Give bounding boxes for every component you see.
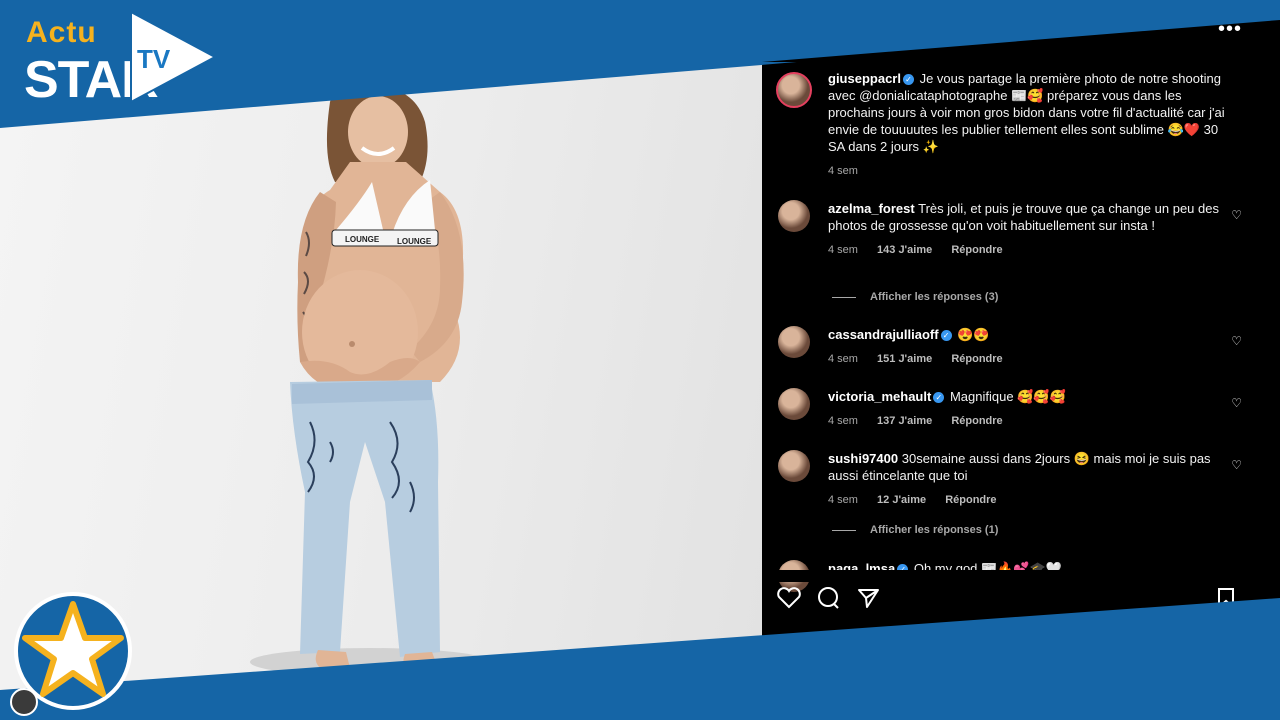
heart-icon[interactable]: ♡ bbox=[1231, 458, 1242, 472]
svg-text:LOUNGE: LOUNGE bbox=[397, 237, 432, 246]
like-count[interactable]: 151 J'aime bbox=[877, 353, 932, 365]
comment: victoria_mehault ✓ Magnifique 🥰🥰🥰 4 sem 1… bbox=[828, 388, 1228, 430]
verified-icon: ✓ bbox=[902, 74, 914, 86]
like-count[interactable]: 143 J'aime bbox=[877, 244, 932, 256]
avatar[interactable] bbox=[778, 326, 810, 358]
comment-time: 4 sem bbox=[828, 244, 858, 256]
bra-label: LOUNGE bbox=[345, 235, 380, 244]
comment-username[interactable]: cassandrajulliaoff bbox=[828, 327, 939, 342]
avatar bbox=[10, 688, 38, 716]
comment-time: 4 sem bbox=[828, 415, 858, 427]
play-triangle-icon: TV bbox=[130, 10, 217, 104]
actu-star-tv-logo: Actu STAR TV bbox=[24, 10, 224, 110]
avatar[interactable] bbox=[778, 388, 810, 420]
comment: cassandrajulliaoff ✓ 😍😍 4 sem 151 J'aime … bbox=[828, 326, 1228, 368]
post-username[interactable]: giuseppacrl bbox=[828, 71, 901, 86]
comment-time: 4 sem bbox=[828, 353, 858, 365]
avatar[interactable] bbox=[778, 450, 810, 482]
comment-username[interactable]: victoria_mehault bbox=[828, 389, 931, 404]
comment-text: 😍😍 bbox=[957, 327, 990, 342]
avatar[interactable] bbox=[778, 200, 810, 232]
heart-icon[interactable] bbox=[776, 586, 802, 610]
post-action-bar bbox=[776, 586, 1246, 616]
heart-icon[interactable]: ♡ bbox=[1231, 396, 1242, 410]
heart-icon[interactable]: ♡ bbox=[1231, 208, 1242, 222]
show-replies-button[interactable]: Afficher les réponses (1) bbox=[832, 524, 998, 536]
bookmark-icon[interactable] bbox=[1216, 586, 1236, 610]
logo-actu-text: Actu bbox=[26, 16, 97, 49]
verified-icon: ✓ bbox=[940, 330, 952, 342]
share-icon[interactable] bbox=[856, 586, 882, 610]
reply-button[interactable]: Répondre bbox=[945, 494, 996, 506]
reply-button[interactable]: Répondre bbox=[951, 244, 1002, 256]
comment-icon[interactable] bbox=[816, 586, 842, 610]
more-icon[interactable]: ••• bbox=[1218, 18, 1241, 41]
post-time: 4 sem bbox=[828, 165, 858, 177]
comment: azelma_forest Très joli, et puis je trou… bbox=[828, 200, 1228, 259]
like-count[interactable]: 12 J'aime bbox=[877, 494, 926, 506]
reply-button[interactable]: Répondre bbox=[951, 415, 1002, 427]
instagram-post-panel: giuseppacrl ✓ Je vous partage la première… bbox=[762, 62, 1280, 640]
reply-button[interactable]: Répondre bbox=[951, 353, 1002, 365]
comment-time: 4 sem bbox=[828, 494, 858, 506]
comment-text: Magnifique 🥰🥰🥰 bbox=[949, 389, 1066, 404]
verified-icon: ✓ bbox=[933, 392, 945, 404]
heart-icon[interactable]: ♡ bbox=[1231, 334, 1242, 348]
comment-username[interactable]: azelma_forest bbox=[828, 201, 915, 216]
comments-scroll-edge bbox=[762, 570, 1280, 582]
star-icon bbox=[22, 601, 124, 697]
comment: sushi97400 30semaine aussi dans 2jours 😆… bbox=[828, 450, 1228, 509]
like-count[interactable]: 137 J'aime bbox=[877, 415, 932, 427]
show-replies-button[interactable]: Afficher les réponses (3) bbox=[832, 291, 998, 303]
comment-username[interactable]: sushi97400 bbox=[828, 451, 898, 466]
logo-tv-text: TV bbox=[137, 44, 171, 74]
avatar[interactable] bbox=[776, 72, 812, 108]
